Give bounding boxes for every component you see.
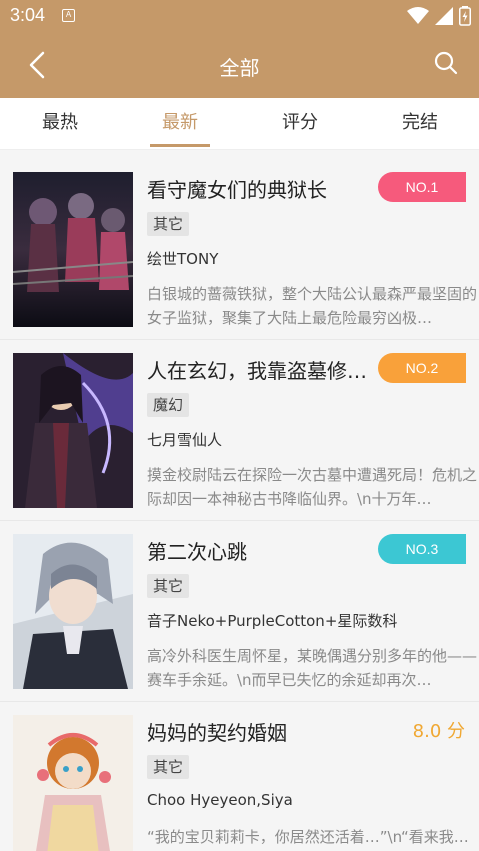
signal-icon — [435, 7, 453, 25]
book-title: 妈妈的契约婚姻 — [147, 721, 287, 745]
genre-tag: 其它 — [147, 212, 190, 236]
tab-newest[interactable]: 最新 — [120, 98, 240, 150]
status-time: 3:04 — [10, 5, 46, 25]
book-description: 高冷外科医生周怀星，某晚偶遇分别多年的他——赛车手余延。\n而早已失忆的余延却再… — [147, 647, 477, 689]
book-title: 第二次心跳 — [147, 540, 247, 564]
book-title: 看守魔女们的典狱长 — [147, 178, 327, 202]
book-author: 七月雪仙人 — [147, 431, 223, 449]
book-title: 人在玄幻，我靠盗墓修… — [147, 359, 367, 383]
book-author: Choo Hyeyeon,Siya — [147, 791, 293, 809]
book-list-item[interactable]: 人在玄幻，我靠盗墓修… NO.2 魔幻 七月雪仙人 摸金校尉陆云在探险一次古墓中… — [0, 341, 479, 521]
book-cover — [13, 715, 133, 851]
rating-score: 8.0 分 — [412, 721, 465, 742]
wifi-icon — [407, 7, 429, 24]
book-cover — [13, 534, 133, 689]
book-description: 摸金校尉陆云在探险一次古墓中遭遇死局！危机之际却因一本神秘古书降临仙界。\n十万… — [147, 466, 477, 508]
genre-tag: 其它 — [147, 574, 190, 598]
book-description: “我的宝贝莉莉卡，你居然还活着…”\n“看来我… — [147, 828, 469, 846]
category-tabs: 最热 最新 评分 完结 — [0, 98, 479, 150]
rank-badge: NO.2 — [378, 353, 466, 383]
search-icon[interactable] — [433, 50, 459, 76]
system-icons — [407, 5, 471, 27]
book-cover — [13, 353, 133, 508]
book-description: 白银城的蔷薇铁狱，整个大陆公认最森严最坚固的女子监狱，聚集了大陆上最危险最穷凶极… — [147, 285, 477, 327]
page-title: 全部 — [219, 56, 260, 80]
tab-completed[interactable]: 完结 — [360, 98, 479, 150]
active-tab-indicator — [150, 144, 210, 147]
book-author: 绘世TONY — [147, 250, 219, 268]
status-bar: 3:04 A — [0, 0, 479, 32]
rank-badge: NO.1 — [378, 172, 466, 202]
book-author: 音子Neko+PurpleCotton+星际数科 — [147, 612, 398, 630]
notification-icon: A — [62, 9, 75, 22]
title-bar: 全部 — [0, 32, 479, 98]
battery-icon — [459, 6, 471, 26]
genre-tag: 魔幻 — [147, 393, 190, 417]
book-list-item[interactable]: 第二次心跳 NO.3 其它 音子Neko+PurpleCotton+星际数科 高… — [0, 522, 479, 702]
book-list-item[interactable]: 看守魔女们的典狱长 NO.1 其它 绘世TONY 白银城的蔷薇铁狱，整个大陆公认… — [0, 160, 479, 340]
book-cover — [13, 172, 133, 327]
rank-badge: NO.3 — [378, 534, 466, 564]
tab-rating[interactable]: 评分 — [240, 98, 360, 150]
genre-tag: 其它 — [147, 755, 190, 779]
tab-hottest[interactable]: 最热 — [0, 98, 120, 150]
book-list-item[interactable]: 妈妈的契约婚姻 8.0 分 其它 Choo Hyeyeon,Siya “我的宝贝… — [0, 703, 479, 851]
